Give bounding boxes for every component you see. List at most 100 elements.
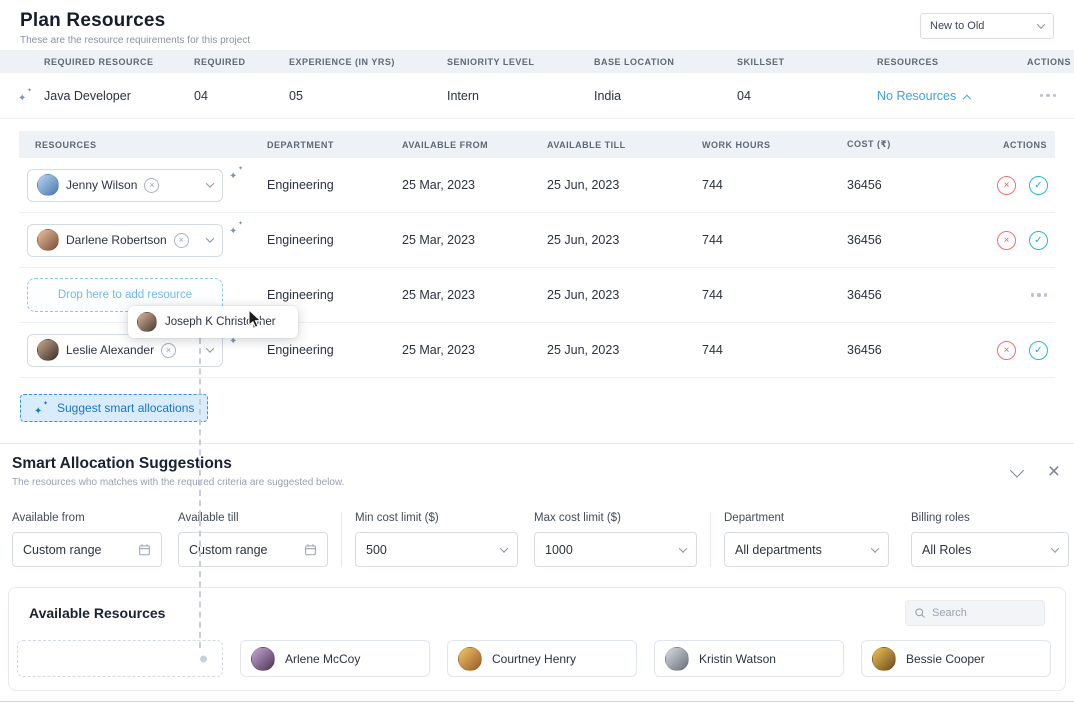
seniority-cell: Intern bbox=[447, 89, 594, 103]
cost-cell: 36456 bbox=[847, 343, 997, 357]
column-header: SKILLSET bbox=[737, 57, 877, 67]
cost-cell: 36456 bbox=[847, 233, 997, 247]
cost-cell: 36456 bbox=[847, 288, 997, 302]
avatar bbox=[458, 647, 482, 671]
avatar bbox=[137, 312, 157, 332]
column-header: EXPERIENCE (IN YRS) bbox=[289, 57, 447, 67]
calendar-icon bbox=[304, 543, 317, 556]
mouse-cursor bbox=[246, 309, 263, 329]
available-till-cell: 25 Jun, 2023 bbox=[547, 343, 702, 357]
sort-order-value: New to Old bbox=[930, 20, 984, 32]
reject-resource-button[interactable]: × bbox=[997, 231, 1016, 250]
available-resources-section: Available Resources Arlene McCoy Courtne… bbox=[8, 587, 1066, 691]
resource-chip[interactable]: Leslie Alexander × bbox=[27, 334, 223, 367]
column-header: RESOURCES bbox=[877, 57, 1027, 67]
reject-resource-button[interactable]: × bbox=[997, 176, 1016, 195]
chevron-up-icon bbox=[963, 94, 971, 102]
billing-roles-select[interactable]: All Roles bbox=[911, 532, 1069, 567]
experience-cell: 05 bbox=[289, 89, 447, 103]
chevron-down-icon bbox=[500, 544, 508, 552]
available-resources-title: Available Resources bbox=[29, 605, 165, 621]
column-header: AVAILABLE FROM bbox=[402, 140, 547, 150]
suggest-smart-allocations-button[interactable]: ✦✦ Suggest smart allocations bbox=[20, 394, 208, 422]
column-header: WORK HOURS bbox=[702, 140, 847, 150]
search-icon bbox=[914, 607, 926, 619]
avatar bbox=[37, 339, 59, 361]
page-bottom-border bbox=[0, 701, 1074, 702]
sparkle-icon: ✦✦ bbox=[34, 401, 48, 416]
page-header: Plan Resources These are the resource re… bbox=[0, 0, 1074, 50]
cost-cell: 36456 bbox=[847, 178, 997, 192]
search-box[interactable] bbox=[905, 600, 1045, 626]
filter-department: Department All departments bbox=[724, 512, 889, 567]
department-cell: Engineering bbox=[267, 343, 402, 357]
column-header: DEPARTMENT bbox=[267, 140, 402, 150]
available-from-cell: 25 Mar, 2023 bbox=[402, 288, 547, 302]
remove-resource-icon[interactable]: × bbox=[174, 233, 189, 248]
resource-chip[interactable]: Jenny Wilson × bbox=[27, 169, 223, 202]
column-header: REQUIRED RESOURCE bbox=[44, 57, 194, 67]
panel-subtitle: The resources who matches with the requi… bbox=[12, 477, 1062, 488]
requirements-table-header: REQUIRED RESOURCE REQUIRED EXPERIENCE (I… bbox=[0, 50, 1074, 73]
collapse-panel-icon[interactable] bbox=[1010, 464, 1024, 478]
reject-resource-button[interactable]: × bbox=[997, 341, 1016, 360]
row-actions-menu[interactable] bbox=[1040, 90, 1057, 102]
department-select[interactable]: All departments bbox=[724, 532, 889, 567]
chevron-down-icon bbox=[679, 544, 687, 552]
chevron-down-icon bbox=[206, 344, 214, 352]
plan-resources-page: Plan Resources These are the resource re… bbox=[0, 0, 1074, 706]
row-actions-menu[interactable] bbox=[1031, 289, 1048, 301]
page-title: Plan Resources bbox=[20, 10, 1054, 32]
resource-card[interactable]: Arlene McCoy bbox=[240, 640, 430, 677]
sort-order-select[interactable]: New to Old bbox=[920, 13, 1054, 39]
filter-billing-roles: Billing roles All Roles bbox=[911, 512, 1069, 567]
available-till-cell: 25 Jun, 2023 bbox=[547, 233, 702, 247]
resource-card[interactable]: Bessie Cooper bbox=[861, 640, 1051, 677]
filter-divider bbox=[710, 512, 711, 567]
search-input[interactable] bbox=[932, 607, 1032, 619]
min-cost-select[interactable]: 500 bbox=[355, 532, 518, 567]
close-panel-icon[interactable]: × bbox=[1048, 463, 1060, 481]
sparkle-icon: ✦✦ bbox=[229, 166, 243, 181]
avatar bbox=[37, 174, 59, 196]
resource-row: Darlene Robertson × ✦✦ Engineering 25 Ma… bbox=[19, 213, 1055, 268]
chevron-down-icon bbox=[206, 234, 214, 242]
calendar-icon bbox=[138, 543, 151, 556]
page-subtitle: These are the resource requirements for … bbox=[20, 35, 1054, 46]
avatar bbox=[665, 647, 689, 671]
filter-available-from: Available from Custom range bbox=[12, 512, 162, 567]
panel-title: Smart Allocation Suggestions bbox=[12, 455, 1062, 473]
department-cell: Engineering bbox=[267, 288, 402, 302]
remove-resource-icon[interactable]: × bbox=[161, 343, 176, 358]
approve-resource-button[interactable]: ✓ bbox=[1029, 231, 1048, 250]
column-header: BASE LOCATION bbox=[594, 57, 737, 67]
max-cost-select[interactable]: 1000 bbox=[534, 532, 697, 567]
available-from-cell: 25 Mar, 2023 bbox=[402, 178, 547, 192]
approve-resource-button[interactable]: ✓ bbox=[1029, 341, 1048, 360]
resource-chip[interactable]: Darlene Robertson × bbox=[27, 224, 223, 257]
resource-card[interactable]: Kristin Watson bbox=[654, 640, 844, 677]
filter-max-cost: Max cost limit ($) 1000 bbox=[534, 512, 697, 567]
chevron-down-icon bbox=[871, 544, 879, 552]
chevron-down-icon bbox=[206, 179, 214, 187]
column-header: SENIORITY LEVEL bbox=[447, 57, 594, 67]
requirement-row: ✦✦ Java Developer 04 05 Intern India 04 … bbox=[0, 73, 1074, 119]
approve-resource-button[interactable]: ✓ bbox=[1029, 176, 1048, 195]
dragged-resource-chip[interactable]: Joseph K Christopher bbox=[128, 306, 298, 338]
remove-resource-icon[interactable]: × bbox=[144, 178, 159, 193]
avatar bbox=[251, 647, 275, 671]
avatar bbox=[37, 229, 59, 251]
available-from-input[interactable]: Custom range bbox=[12, 532, 162, 567]
available-till-cell: 25 Jun, 2023 bbox=[547, 288, 702, 302]
resource-card[interactable]: Courtney Henry bbox=[447, 640, 637, 677]
smart-allocation-panel: Smart Allocation Suggestions The resourc… bbox=[0, 444, 1074, 691]
panel-header: Smart Allocation Suggestions The resourc… bbox=[0, 455, 1074, 488]
resources-subtable: RESOURCES DEPARTMENT AVAILABLE FROM AVAI… bbox=[19, 131, 1055, 378]
work-hours-cell: 744 bbox=[702, 233, 847, 247]
department-cell: Engineering bbox=[267, 178, 402, 192]
filters-row: Available from Custom range Available ti… bbox=[0, 512, 1074, 567]
work-hours-cell: 744 bbox=[702, 343, 847, 357]
chevron-down-icon bbox=[1037, 20, 1045, 28]
resource-card-placeholder[interactable] bbox=[17, 640, 223, 677]
resources-toggle-link[interactable]: No Resources bbox=[877, 89, 1027, 103]
